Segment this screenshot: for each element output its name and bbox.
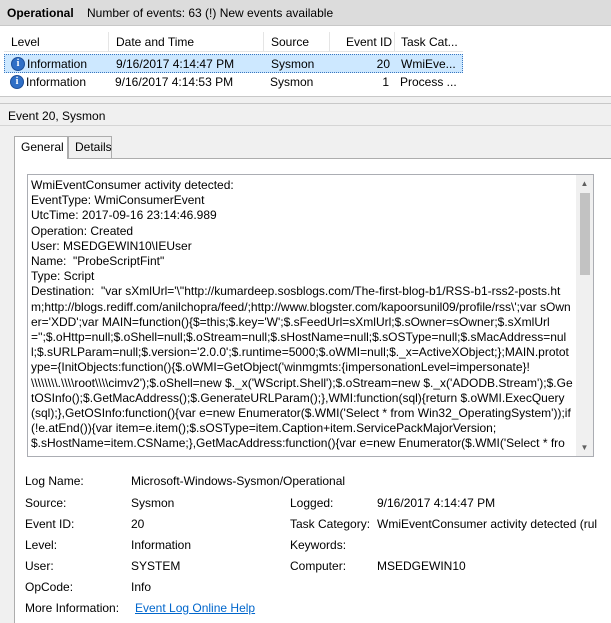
task-category-value: WmiEventConsumer activity detected (rul <box>377 517 598 531</box>
event-title-bar: Event 20, Sysmon <box>0 104 611 126</box>
opcode-label: OpCode: <box>25 580 74 594</box>
row-level: Information <box>26 75 87 89</box>
description-scrollbar[interactable]: ▲ ▼ <box>576 175 593 456</box>
task-category-label: Task Category: <box>290 517 371 531</box>
opcode-value: Info <box>131 580 152 594</box>
tab-general[interactable]: General <box>14 136 68 159</box>
level-label: Level: <box>25 538 58 552</box>
row-source: Sysmon <box>270 75 314 89</box>
event-description-text[interactable]: WmiEventConsumer activity detected: Even… <box>31 178 573 456</box>
information-icon: i <box>10 75 24 89</box>
row-date: 9/16/2017 4:14:47 PM <box>116 57 235 71</box>
column-header-event-id[interactable]: Event ID <box>346 35 392 53</box>
log-name-value: Microsoft-Windows-Sysmon/Operational <box>131 474 346 488</box>
column-header-task-category[interactable]: Task Cat... <box>401 35 458 53</box>
column-header-level[interactable]: Level <box>11 35 40 53</box>
source-value: Sysmon <box>131 496 175 510</box>
row-date: 9/16/2017 4:14:53 PM <box>115 75 234 89</box>
tab-details[interactable]: Details <box>68 136 112 158</box>
row-level: Information <box>27 57 88 71</box>
log-name-label: Log Name: <box>25 474 84 488</box>
row-task-category: Process ... <box>400 75 457 89</box>
event-count: Number of events: 63 (!) New events avai… <box>87 6 334 20</box>
event-row[interactable]: i Information 9/16/2017 4:14:53 PM Sysmo… <box>4 73 463 92</box>
event-row[interactable]: i Information 9/16/2017 4:14:47 PM Sysmo… <box>4 54 463 73</box>
event-list: Level Date and Time Source Event ID Task… <box>0 26 611 96</box>
column-divider[interactable] <box>394 32 395 52</box>
computer-label: Computer: <box>290 559 347 573</box>
log-title: Operational <box>7 6 74 20</box>
column-divider[interactable] <box>108 32 109 52</box>
scroll-up-arrow-icon[interactable]: ▲ <box>576 175 593 192</box>
user-label: User: <box>25 559 54 573</box>
user-value: SYSTEM <box>131 559 181 573</box>
column-divider[interactable] <box>263 32 264 52</box>
computer-value: MSEDGEWIN10 <box>377 559 466 573</box>
scroll-down-arrow-icon[interactable]: ▼ <box>576 439 593 456</box>
column-divider[interactable] <box>329 32 330 52</box>
event-description-box[interactable]: WmiEventConsumer activity detected: Even… <box>27 174 594 457</box>
event-log-online-help-link[interactable]: Event Log Online Help <box>135 601 255 615</box>
level-value: Information <box>131 538 192 552</box>
pane-splitter[interactable] <box>0 96 611 104</box>
event-id-label: Event ID: <box>25 517 75 531</box>
log-header-bar: Operational Number of events: 63 (!) New… <box>0 0 611 26</box>
event-title: Event 20, Sysmon <box>8 109 106 123</box>
row-event-id: 1 <box>382 75 389 89</box>
event-list-header: Level Date and Time Source Event ID Task… <box>4 32 463 52</box>
column-header-source[interactable]: Source <box>271 35 309 53</box>
event-id-value: 20 <box>131 517 145 531</box>
logged-value: 9/16/2017 4:14:47 PM <box>377 496 496 510</box>
row-task-category: WmiEve... <box>401 57 456 71</box>
keywords-label: Keywords: <box>290 538 347 552</box>
row-event-id: 20 <box>376 57 390 71</box>
more-information-label: More Information: <box>25 601 120 615</box>
row-source: Sysmon <box>271 57 315 71</box>
source-label: Source: <box>25 496 67 510</box>
logged-label: Logged: <box>290 496 334 510</box>
column-header-date[interactable]: Date and Time <box>116 35 194 53</box>
information-icon: i <box>11 57 25 71</box>
scroll-thumb[interactable] <box>580 193 590 275</box>
